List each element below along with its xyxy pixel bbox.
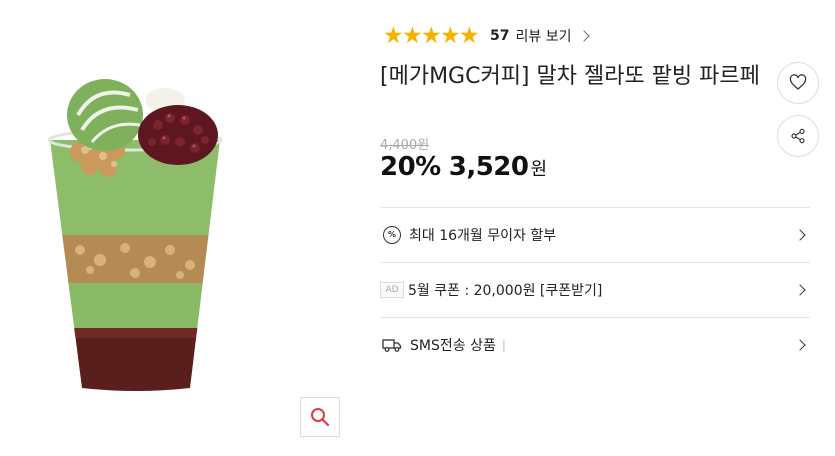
share-icon	[791, 128, 805, 144]
zoom-icon	[311, 408, 330, 427]
installment-row[interactable]: % 최대 16개월 무이자 할부	[380, 207, 810, 262]
product-image	[47, 79, 223, 391]
chevron-right-icon	[578, 30, 591, 42]
star-rating: ★ ★ ★ ★ ★	[383, 23, 480, 49]
currency-unit: 원	[530, 159, 548, 180]
truck-icon	[382, 337, 402, 353]
chevron-right-icon	[794, 339, 806, 351]
chevron-right-icon	[794, 284, 806, 296]
price-row: 20% 3,520 원	[380, 152, 547, 182]
share-button[interactable]	[777, 115, 819, 157]
separator: |	[501, 338, 506, 352]
product-image-panel	[0, 0, 360, 456]
sms-text: SMS전송 상품	[410, 338, 496, 354]
heart-icon	[789, 74, 807, 90]
original-price: 4,400원	[380, 138, 430, 153]
chevron-right-icon	[794, 229, 806, 241]
coupon-row[interactable]: AD 5월 쿠폰 : 20,000원 [쿠폰받기]	[380, 262, 810, 317]
ad-badge: AD	[380, 282, 404, 298]
rating-row[interactable]: ★ ★ ★ ★ ★ 57 리뷰 보기	[383, 23, 591, 49]
star-icon: ★	[459, 23, 480, 49]
star-icon: ★	[421, 23, 442, 49]
product-info: ★ ★ ★ ★ ★ 57 리뷰 보기 [메가MGC커피] 말차 젤라또 팥빙 파…	[380, 0, 819, 456]
percent-icon: %	[383, 226, 401, 244]
installment-text: 최대 16개월 무이자 할부	[409, 228, 557, 244]
star-icon: ★	[383, 23, 404, 49]
sms-row[interactable]: SMS전송 상품 |	[380, 317, 810, 372]
review-link[interactable]: 리뷰 보기	[515, 26, 571, 46]
star-icon: ★	[440, 23, 461, 49]
product-title: [메가MGC커피] 말차 젤라또 팥빙 파르페	[380, 64, 760, 89]
review-count[interactable]: 57	[490, 28, 509, 44]
wishlist-button[interactable]	[777, 62, 819, 104]
zoom-button[interactable]	[300, 397, 340, 437]
coupon-text: 5월 쿠폰 : 20,000원 [쿠폰받기]	[408, 283, 603, 299]
star-icon: ★	[402, 23, 423, 49]
sale-price: 3,520	[448, 152, 529, 182]
discount-rate: 20%	[380, 152, 441, 182]
